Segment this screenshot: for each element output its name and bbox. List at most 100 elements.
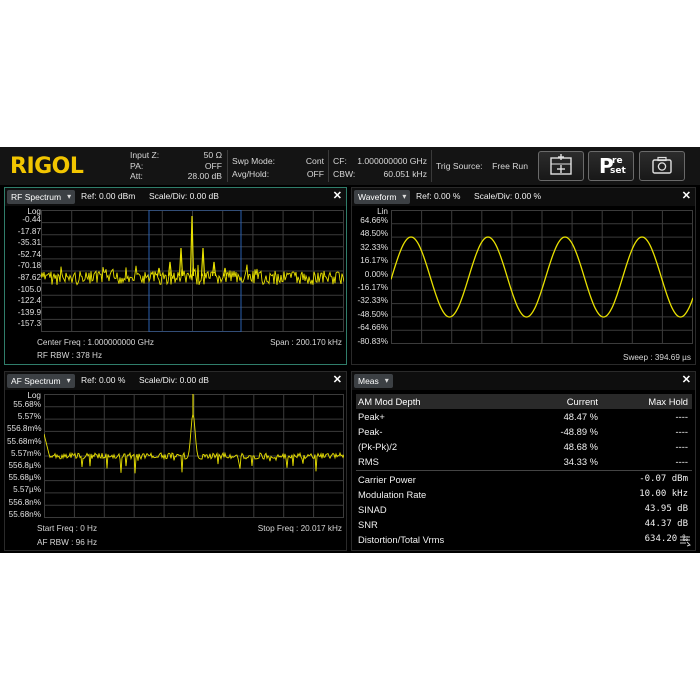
af-y-tick-label: 5.57m% [10,448,41,458]
rf-center-freq[interactable]: Center Freq : 1.000000000 GHz [37,338,154,347]
meas-param-label: SINAD [358,504,387,515]
af-y-tick-label: 5.57µ% [13,485,41,495]
header-divider [227,150,228,182]
meas-param-label: Distortion/Total Vrms [358,534,445,545]
af-scale-div[interactable]: Scale/Div: 0.00 dB [139,375,209,385]
waveform-panel[interactable]: Waveform Ref: 0.00 % Scale/Div: 0.00 % ✕… [351,187,696,365]
af-panel-toolbar: AF Spectrum Ref: 0.00 % Scale/Div: 0.00 … [5,372,346,390]
waveform-scale-type: Lin [377,207,388,216]
meas-param-row: SINAD 43.95 dB [356,502,692,517]
screenshot-button[interactable] [639,151,685,181]
rf-y-tick-label: -52.74 [17,249,41,259]
waveform-tab[interactable]: Waveform [354,190,411,204]
add-window-button[interactable] [538,151,584,181]
waveform-y-tick-label: 48.50% [360,229,388,239]
meas-row-max-hold: ---- [675,426,689,437]
waveform-plot[interactable] [391,210,693,344]
af-spectrum-tab[interactable]: AF Spectrum [7,374,75,388]
rf-panel-toolbar: RF Spectrum Ref: 0.00 dBm Scale/Div: 0.0… [5,188,346,206]
meas-param-row: Modulation Rate 10.00 kHz [356,487,692,502]
table-row: Peak- -48.89 % ---- [356,424,692,439]
rf-spectral-peak [156,267,162,277]
meas-param-label: Carrier Power [358,474,416,485]
meas-row-max-hold: ---- [675,441,689,452]
meas-row-max-hold: ---- [675,456,689,467]
rf-y-tick-label: -122.4 [17,296,41,306]
af-y-tick-label: 55.68% [13,400,41,409]
af-y-tick-label: 556.8µ% [8,461,42,470]
rf-y-tick-label: -35.31 [17,238,41,248]
close-icon[interactable]: ✕ [682,373,691,386]
meas-param-value: 634.20 ‰ [644,534,688,544]
preset-button[interactable]: P re set [588,151,634,181]
waveform-ref-level[interactable]: Ref: 0.00 % [416,191,460,201]
rf-scale-div[interactable]: Scale/Div: 0.00 dB [149,191,219,201]
af-stop-freq[interactable]: Stop Freq : 20.017 kHz [258,524,342,533]
waveform-y-tick-label: -80.83% [357,336,389,346]
rf-spectrum-tab[interactable]: RF Spectrum [7,190,76,204]
sweep-settings[interactable]: Swp Mode: Cont Avg/Hold: OFF [232,155,324,181]
waveform-y-tick-label: -32.33% [357,296,389,306]
af-spectrum-plot[interactable] [44,394,344,518]
meas-row-current: 34.33 % [563,456,598,467]
rf-span[interactable]: Span : 200.170 kHz [270,338,342,347]
measurement-table: AM Mod Depth Current Max Hold Peak+ 48.47… [356,394,692,547]
camera-icon [652,156,672,174]
rf-y-tick-label: -70.18 [17,261,41,271]
meas-row-current: -48.89 % [560,426,598,437]
meas-tab[interactable]: Meas [354,374,393,388]
meas-param-label: SNR [358,519,378,530]
waveform-y-tick-label: 64.66% [360,216,388,225]
frequency-settings[interactable]: CF: 1.000000000 GHz CBW: 60.051 kHz [333,155,427,181]
rf-spectrum-panel[interactable]: RF Spectrum Ref: 0.00 dBm Scale/Div: 0.0… [4,187,347,365]
header-am-mod-depth: AM Mod Depth [358,396,421,407]
header-max-hold: Max Hold [648,396,688,407]
meas-param-value: -0.07 dBm [639,474,688,484]
af-y-tick-label: 5.57% [17,412,41,422]
table-divider [356,470,692,471]
af-spectrum-panel[interactable]: AF Spectrum Ref: 0.00 % Scale/Div: 0.00 … [4,371,347,551]
scroll-list-icon[interactable] [679,535,691,547]
af-y-tick-label: 55.68µ% [8,473,42,483]
meas-row-current: 48.68 % [563,441,598,452]
meas-row-max-hold: ---- [675,411,689,422]
input-settings[interactable]: Input Z: 50 Ω PA: OFF Att: 28.00 dB [130,150,222,182]
af-y-tick-label: 556.8n% [8,497,41,507]
waveform-sweep-time[interactable]: Sweep : 394.69 µs [623,353,691,362]
meas-row-current: 48.47 % [563,411,598,422]
rf-y-tick-label: -87.62 [17,273,41,282]
close-icon[interactable]: ✕ [333,189,342,202]
measurement-panel[interactable]: Meas ✕ AM Mod Depth Current Max Hold Pea… [351,371,696,551]
af-rbw[interactable]: AF RBW : 96 Hz [37,538,97,547]
table-row: (Pk-Pk)/2 48.68 % ---- [356,439,692,454]
meas-panel-toolbar: Meas ✕ [352,372,695,390]
rf-y-tick-label: -0.44 [22,215,41,224]
waveform-y-tick-label: -16.17% [357,283,389,292]
rf-spectral-peak [222,267,228,277]
meas-row-label: (Pk-Pk)/2 [358,441,398,452]
trigger-settings[interactable]: Trig Source: Free Run [436,161,528,172]
waveform-scale-div[interactable]: Scale/Div: 0.00 % [474,191,541,201]
rf-rbw[interactable]: RF RBW : 378 Hz [37,351,102,360]
add-window-icon [550,154,572,175]
header-divider [431,150,432,182]
waveform-y-tick-label: -48.50% [357,309,389,319]
waveform-y-tick-label: 0.00% [364,269,388,279]
close-icon[interactable]: ✕ [333,373,342,386]
table-row: RMS 34.33 % ---- [356,454,692,469]
header-divider [328,150,329,182]
rf-spectrum-plot[interactable] [41,210,344,332]
rf-y-tick-label: -157.3 [17,319,41,329]
status-header: RIGOL Input Z: 50 Ω PA: OFF Att: 28.00 dB S… [0,147,700,185]
rf-ref-level[interactable]: Ref: 0.00 dBm [81,191,135,201]
meas-param-value: 43.95 dB [644,504,688,514]
rf-spectral-peak [211,261,217,277]
af-start-freq[interactable]: Start Freq : 0 Hz [37,524,97,533]
close-icon[interactable]: ✕ [682,189,691,202]
meas-param-label: Modulation Rate [358,489,427,500]
af-scale-type: Log [27,391,41,400]
af-ref-level[interactable]: Ref: 0.00 % [81,375,125,385]
meas-param-value: 44.37 dB [644,519,688,529]
table-row: Peak+ 48.47 % ---- [356,409,692,424]
meas-row-label: Peak+ [358,411,385,422]
